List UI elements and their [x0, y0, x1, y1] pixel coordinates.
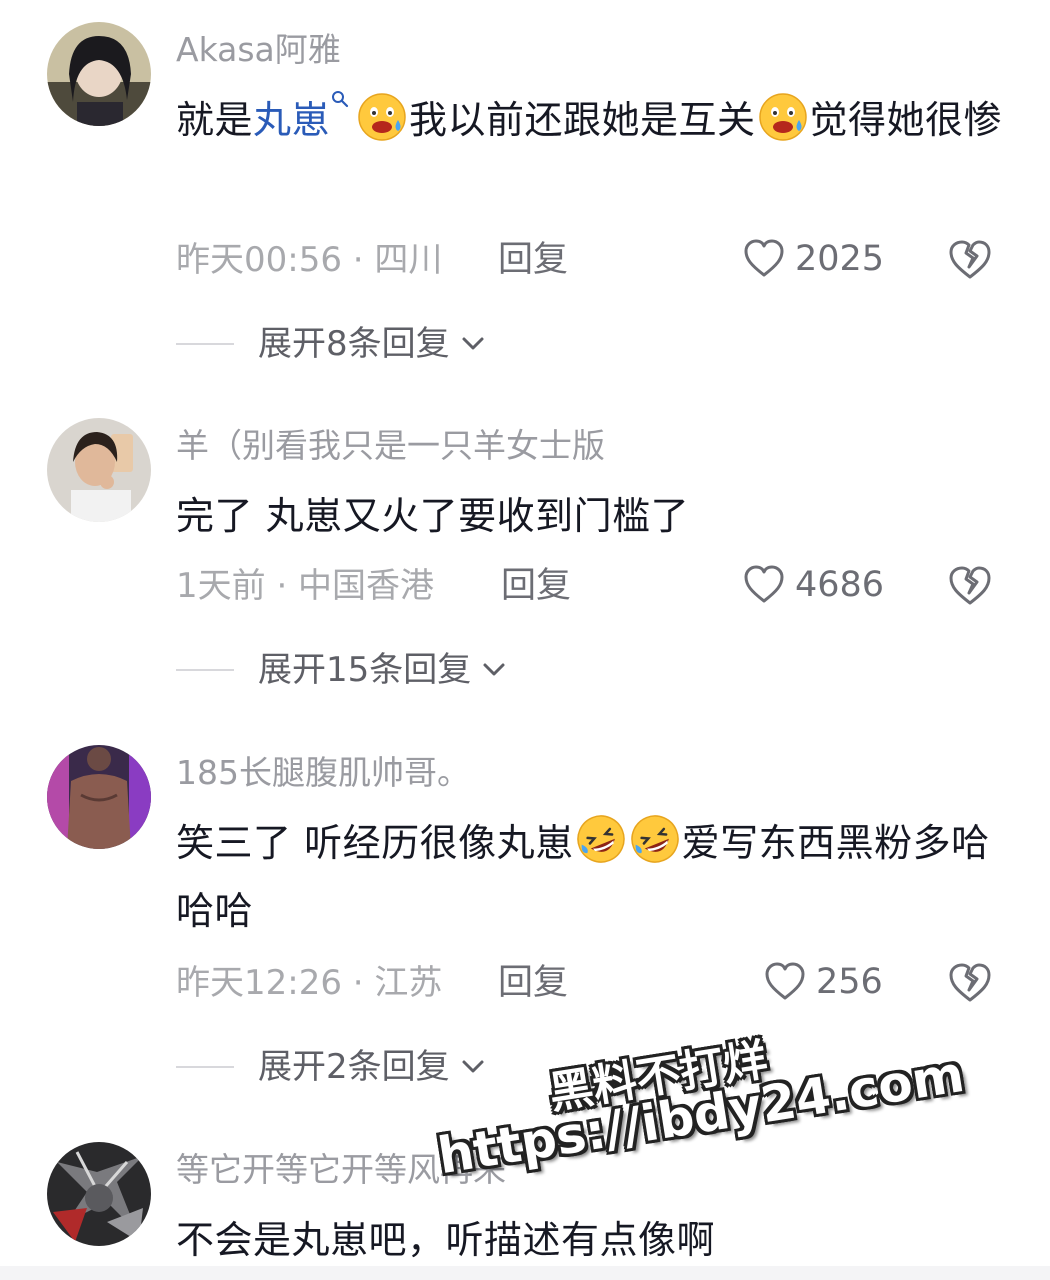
broken-heart-icon[interactable]: [946, 562, 994, 610]
comment-text: 完了 丸崽又火了要收到门槛了: [176, 494, 690, 538]
rolling-laughing-emoji: [576, 815, 625, 863]
comment-text: 就是丸崽 我以前还跟她是互关 觉得她很惨: [176, 86, 1006, 154]
mention-link[interactable]: 丸崽: [253, 91, 355, 142]
like-count: 2025: [795, 239, 885, 279]
like-count: 4686: [795, 565, 885, 605]
heart-outline-icon: [765, 962, 805, 1000]
reply-button[interactable]: 回复: [498, 238, 568, 282]
avatar[interactable]: [47, 745, 151, 849]
username[interactable]: 羊（别看我只是一只羊女士版: [176, 424, 605, 468]
username[interactable]: Akasa阿雅: [176, 28, 341, 72]
comment-meta: 昨天00:56 · 四川: [176, 240, 443, 280]
reply-button[interactable]: 回复: [501, 564, 571, 608]
avatar[interactable]: [47, 1142, 151, 1246]
comment-text: 笑三了 听经历很像丸崽 爱写东西黑粉多哈哈哈: [176, 809, 1006, 945]
divider: [176, 343, 234, 345]
comment-meta: 昨天12:26 · 江苏: [176, 963, 443, 1003]
search-icon: [332, 91, 349, 108]
chevron-down-icon: [483, 663, 505, 676]
rolling-laughing-emoji: [630, 815, 679, 863]
username[interactable]: 185长腿腹肌帅哥。: [176, 751, 470, 795]
divider: [176, 1066, 234, 1068]
expand-replies-button[interactable]: 展开8条回复: [176, 322, 488, 366]
expand-replies-button[interactable]: 展开15条回复: [176, 648, 509, 692]
fearful-face-emoji: [358, 93, 406, 141]
divider: [176, 669, 234, 671]
avatar[interactable]: [47, 22, 151, 126]
avatar[interactable]: [47, 418, 151, 522]
like-button[interactable]: 256: [762, 959, 883, 1005]
chevron-down-icon: [462, 1060, 484, 1073]
broken-heart-icon[interactable]: [946, 236, 994, 284]
like-count: 256: [816, 962, 883, 1002]
comment-text: 不会是丸崽吧，听描述有点像啊: [176, 1218, 716, 1262]
comment-meta: 1天前 · 中国香港: [176, 566, 435, 606]
fearful-face-emoji: [758, 93, 807, 141]
heart-outline-icon: [744, 239, 784, 277]
expand-replies-button[interactable]: 展开2条回复: [176, 1045, 488, 1089]
reply-button[interactable]: 回复: [498, 961, 568, 1005]
chevron-down-icon: [462, 337, 484, 350]
heart-outline-icon: [744, 565, 784, 603]
broken-heart-icon[interactable]: [946, 959, 994, 1007]
bottom-bar: [0, 1266, 1050, 1280]
like-button[interactable]: 2025: [741, 236, 884, 282]
like-button[interactable]: 4686: [741, 562, 884, 608]
